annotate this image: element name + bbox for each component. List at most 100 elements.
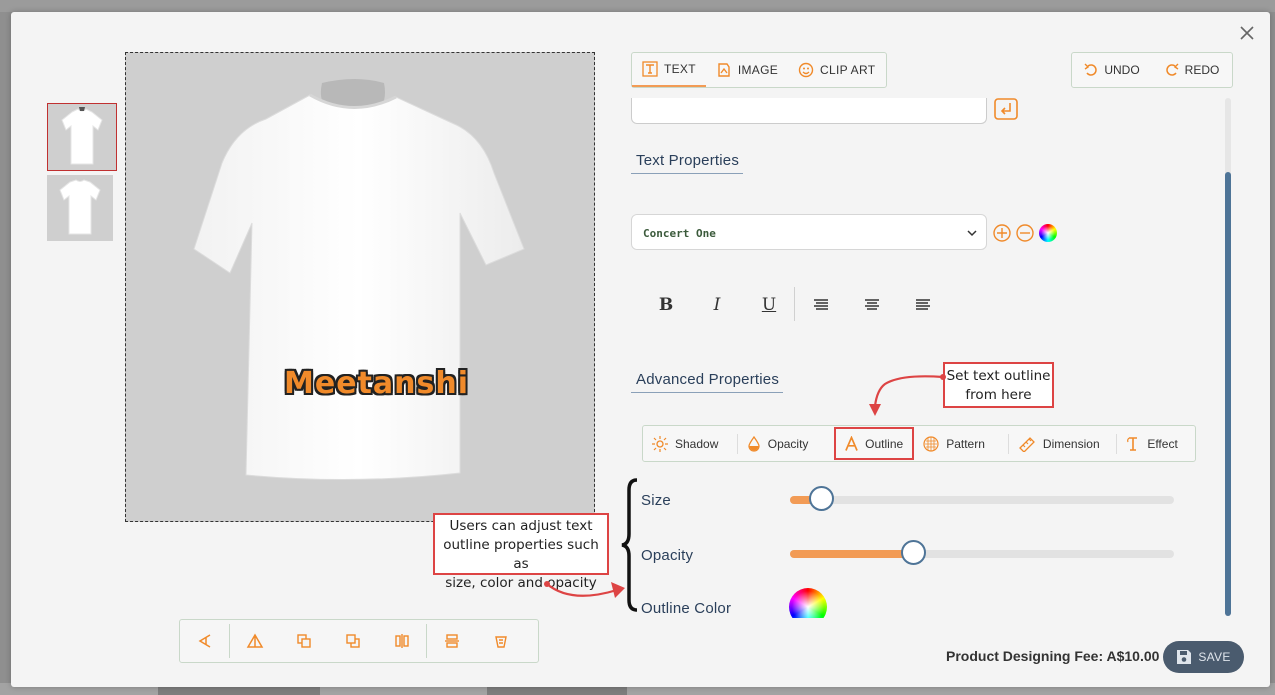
outline-color-picker[interactable] <box>789 588 827 618</box>
save-icon <box>1177 650 1192 664</box>
save-button[interactable]: SAVE <box>1163 641 1244 673</box>
flip-vertical-button[interactable] <box>230 620 279 662</box>
bold-button[interactable]: B <box>652 295 680 315</box>
tab-shadow[interactable]: Shadow <box>643 426 738 461</box>
chevron-down-icon <box>967 230 977 237</box>
close-icon[interactable] <box>1238 24 1256 42</box>
tab-label: Opacity <box>767 436 809 451</box>
opacity-label: Opacity <box>641 547 694 564</box>
tab-effect[interactable]: Effect <box>1117 426 1195 461</box>
redo-icon <box>1165 63 1179 76</box>
tab-pattern[interactable]: Pattern <box>914 426 1009 461</box>
minus-circle-icon[interactable] <box>1016 224 1034 242</box>
callout-adjust-tip: Users can adjust text outline properties… <box>433 513 609 591</box>
tab-label: IMAGE <box>737 63 779 77</box>
tab-label: Dimension <box>1042 436 1100 451</box>
thumbnail-front[interactable] <box>47 103 117 171</box>
designing-fee: Product Designing Fee: A$10.00 <box>946 648 1160 664</box>
opacity-slider-knob[interactable] <box>901 540 926 565</box>
pattern-icon <box>923 435 939 452</box>
backdrop-block <box>158 687 320 695</box>
flip-horizontal-button[interactable] <box>180 620 229 662</box>
align-left-button[interactable] <box>807 296 835 314</box>
size-slider[interactable] <box>790 486 1174 511</box>
send-backward-button[interactable] <box>328 620 377 662</box>
undo-button[interactable]: UNDO <box>1072 53 1152 87</box>
history-controls: UNDO REDO <box>1071 52 1233 88</box>
canvas-toolbar <box>179 619 539 663</box>
save-label: SAVE <box>1198 650 1231 664</box>
tab-label: CLIP ART <box>820 63 876 77</box>
opacity-slider-fill <box>790 550 913 558</box>
align-justify-icon <box>916 299 930 310</box>
align-center-horizontal-icon <box>394 634 409 648</box>
text-color-picker[interactable] <box>1039 224 1057 242</box>
drop-icon <box>748 435 760 452</box>
tab-image[interactable]: IMAGE <box>706 53 788 87</box>
tab-outline[interactable]: Outline <box>834 427 915 460</box>
tab-label: Shadow <box>675 436 719 451</box>
align-center-vertical-icon <box>444 634 459 648</box>
properties-panel: Text Properties Concert One B I U Advanc… <box>631 98 1227 618</box>
panel-scrollbar-thumb[interactable] <box>1225 172 1231 616</box>
advanced-tabs: Shadow Opacity Outline Pattern Dimension <box>642 425 1196 462</box>
advanced-properties-title: Advanced Properties <box>631 371 784 393</box>
thumbnail-back[interactable] <box>47 175 113 241</box>
backdrop-top <box>0 0 1275 12</box>
tab-clip-art[interactable]: CLIP ART <box>788 53 885 87</box>
tab-label: Effect <box>1147 436 1178 451</box>
align-right-button[interactable] <box>909 296 937 314</box>
design-canvas[interactable]: Meetanshi <box>125 52 595 522</box>
size-label: Size <box>641 492 671 509</box>
underline-button[interactable]: U <box>755 295 783 315</box>
align-horizontal-center-button[interactable] <box>377 620 426 662</box>
callout-line: Set text outline <box>946 368 1051 384</box>
tshirt-back-thumb-icon <box>59 179 101 235</box>
send-backward-icon <box>345 634 360 648</box>
tab-dimension[interactable]: Dimension <box>1009 426 1118 461</box>
callout-line: from here <box>965 387 1032 403</box>
image-icon <box>718 63 730 77</box>
delete-button[interactable] <box>476 620 525 662</box>
tshirt-front-thumb-icon <box>61 107 103 165</box>
bring-forward-icon <box>296 634 311 648</box>
callout-outline-tip: Set text outline from here <box>943 362 1054 408</box>
outline-color-label: Outline Color <box>641 600 732 617</box>
tab-label: Pattern <box>946 436 985 451</box>
align-center-button[interactable] <box>858 296 886 314</box>
bring-forward-button[interactable] <box>279 620 328 662</box>
design-text[interactable]: Meetanshi <box>284 366 469 401</box>
opacity-slider[interactable] <box>790 540 1174 565</box>
designer-modal: Meetanshi TEXT IMAGE CLIP ART UNDO REDO … <box>11 12 1270 687</box>
main-tabs: TEXT IMAGE CLIP ART <box>631 52 887 88</box>
align-vertical-center-button[interactable] <box>427 620 476 662</box>
backdrop-block <box>487 687 627 695</box>
apply-text-icon[interactable] <box>994 98 1020 122</box>
callout-line: Users can adjust text <box>449 518 593 534</box>
callout-line: outline properties such as <box>443 537 599 572</box>
align-center-icon <box>865 299 879 310</box>
redo-button[interactable]: REDO <box>1152 53 1232 87</box>
text-effect-icon <box>1127 436 1138 451</box>
undo-label: UNDO <box>1104 63 1140 77</box>
outline-letter-icon <box>845 435 858 451</box>
plus-circle-icon[interactable] <box>993 224 1011 242</box>
tab-label: Outline <box>865 436 904 451</box>
text-input-field[interactable] <box>631 98 987 124</box>
arrow-to-brace <box>544 581 625 598</box>
arrow-to-outline-tab <box>869 374 946 416</box>
curly-brace <box>621 478 638 612</box>
flip-horizontal-icon <box>198 634 210 648</box>
font-family-select[interactable]: Concert One <box>631 214 987 250</box>
ruler-icon <box>1019 436 1035 452</box>
format-divider <box>794 287 795 321</box>
sun-icon <box>652 435 668 452</box>
flip-vertical-icon <box>246 633 263 648</box>
tab-text[interactable]: TEXT <box>632 53 706 87</box>
tab-label: TEXT <box>664 62 696 76</box>
size-slider-knob[interactable] <box>809 486 834 511</box>
tshirt-image <box>193 79 525 481</box>
tab-opacity[interactable]: Opacity <box>738 426 834 461</box>
align-left-icon <box>814 299 828 310</box>
italic-button[interactable]: I <box>703 295 731 315</box>
